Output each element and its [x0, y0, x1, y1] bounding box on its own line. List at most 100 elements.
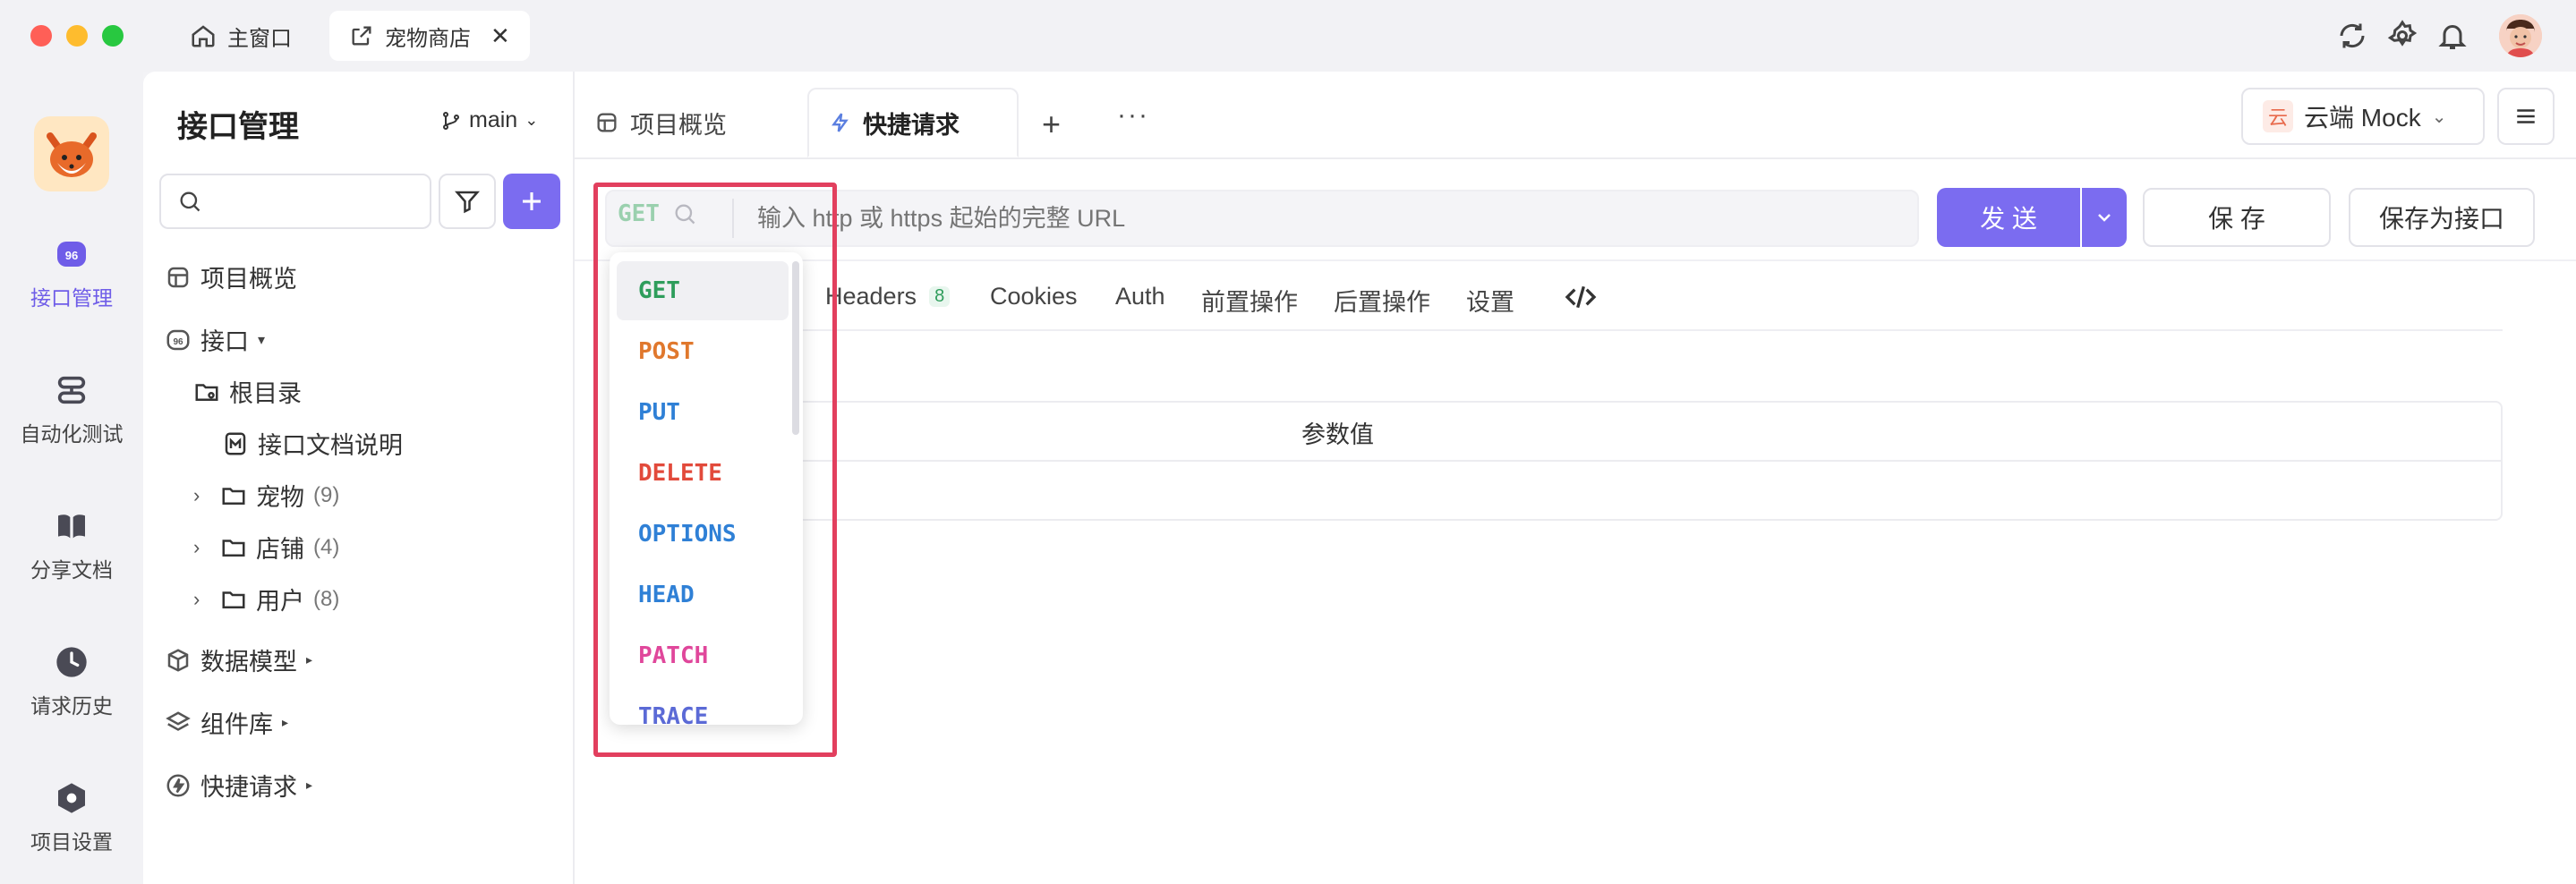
- method-option-patch[interactable]: PATCH: [617, 626, 789, 685]
- method-selector[interactable]: GET: [618, 200, 697, 227]
- window-tab-home[interactable]: 主窗口: [170, 11, 311, 61]
- tree-count: (8): [313, 586, 340, 611]
- tree-folder-stores[interactable]: › 店铺 (4): [193, 530, 339, 565]
- subtab-label: Headers: [825, 283, 917, 310]
- method-option-label: OPTIONS: [638, 521, 737, 548]
- more-tabs-button[interactable]: ···: [1117, 100, 1149, 131]
- table-row[interactable]: [612, 462, 2501, 519]
- table-header-value: 参数值: [1301, 421, 1374, 448]
- lightning-icon: [832, 113, 849, 132]
- subtab-label: 后置操作: [1334, 289, 1430, 316]
- send-options-button[interactable]: [2082, 188, 2127, 247]
- environment-selector[interactable]: 云 云端 Mock ⌄: [2241, 88, 2485, 145]
- tree-folder-pets[interactable]: › 宠物 (9): [193, 478, 339, 513]
- env-label: 云端 Mock: [2304, 104, 2421, 132]
- tree-folder-users[interactable]: › 用户 (8): [193, 582, 339, 616]
- subtab-pre-ops[interactable]: 前置操作: [1201, 283, 1298, 318]
- method-option-put[interactable]: PUT: [617, 383, 789, 442]
- method-option-options[interactable]: OPTIONS: [617, 505, 789, 564]
- code-icon[interactable]: [1563, 279, 1599, 315]
- send-label: 发 送: [1980, 205, 2037, 233]
- chevron-down-icon: [2098, 214, 2111, 222]
- method-option-label: HEAD: [638, 582, 695, 608]
- maximize-window-button[interactable]: [102, 25, 124, 47]
- tree-item-doc[interactable]: 接口文档说明: [222, 426, 403, 461]
- subtab-settings[interactable]: 设置: [1466, 283, 1514, 318]
- rail-item-api[interactable]: 96 接口管理: [0, 236, 143, 311]
- save-button[interactable]: 保 存: [2143, 188, 2331, 247]
- sidebar-search[interactable]: [159, 174, 431, 229]
- method-label: GET: [618, 200, 660, 227]
- method-dropdown: GET POST PUT DELETE OPTIONS HEAD PATCH T…: [610, 252, 803, 725]
- window-tab-label: 主窗口: [227, 26, 292, 51]
- rail-item-label: 自动化测试: [20, 422, 124, 446]
- window-tab-petstore[interactable]: 宠物商店 ✕: [329, 11, 530, 61]
- tree-item-overview[interactable]: 项目概览: [165, 259, 297, 294]
- method-option-get[interactable]: GET: [617, 261, 789, 320]
- hex-settings-icon: [54, 780, 90, 816]
- chevron-right-icon: ›: [193, 535, 200, 558]
- env-badge: 云: [2263, 100, 2294, 132]
- rail-item-share-docs[interactable]: 分享文档: [0, 508, 143, 583]
- method-option-post[interactable]: POST: [617, 322, 789, 381]
- chevron-down-icon: ⌄: [2431, 106, 2447, 127]
- dropdown-scrollbar[interactable]: [792, 261, 799, 435]
- gear-icon[interactable]: [2386, 20, 2418, 52]
- rail-item-history[interactable]: 请求历史: [0, 644, 143, 719]
- subtab-label: 设置: [1466, 289, 1514, 316]
- add-button[interactable]: [503, 174, 560, 229]
- method-option-label: TRACE: [638, 703, 709, 725]
- caret-right-icon: ▸: [306, 778, 313, 792]
- filter-button[interactable]: [439, 174, 496, 229]
- caret-down-icon: ▾: [258, 332, 266, 348]
- tree-label: 组件库: [200, 711, 273, 738]
- tab-label: 快捷请求: [863, 111, 960, 139]
- rail-item-automation[interactable]: 自动化测试: [0, 372, 143, 447]
- tab-quick-request[interactable]: 快捷请求: [807, 88, 1019, 157]
- avatar[interactable]: [2499, 14, 2542, 57]
- close-icon[interactable]: ✕: [490, 22, 510, 50]
- title-bar: 主窗口 宠物商店 ✕: [0, 0, 2576, 72]
- rail-item-project-settings[interactable]: 项目设置: [0, 780, 143, 855]
- chevron-down-icon: ⌄: [525, 111, 539, 129]
- cube-icon: [167, 648, 189, 672]
- tree-label: 根目录: [229, 380, 302, 407]
- tree-count: (9): [313, 482, 340, 507]
- bell-icon[interactable]: [2436, 20, 2469, 52]
- branch-selector[interactable]: main ⌄: [440, 107, 538, 133]
- method-option-trace[interactable]: TRACE: [617, 687, 789, 725]
- layers-icon: [166, 710, 191, 731]
- send-button[interactable]: 发 送: [1937, 188, 2080, 247]
- tree-label: 快捷请求: [200, 774, 297, 801]
- search-input[interactable]: [211, 189, 417, 214]
- refresh-icon[interactable]: [2336, 20, 2368, 52]
- tab-project-overview[interactable]: 项目概览: [575, 88, 746, 157]
- home-icon: [192, 25, 215, 47]
- add-tab-button[interactable]: +: [1042, 106, 1061, 143]
- subtab-post-ops[interactable]: 后置操作: [1334, 283, 1430, 318]
- save-as-api-button[interactable]: 保存为接口: [2349, 188, 2535, 247]
- tab-label: 项目概览: [630, 111, 727, 139]
- svg-text:96: 96: [65, 249, 78, 262]
- tree-item-root[interactable]: 根目录: [193, 374, 302, 409]
- chevron-right-icon: ›: [193, 483, 200, 506]
- tree-label: 用户: [256, 588, 304, 615]
- tree-item-components[interactable]: 组件库 ▸: [165, 705, 288, 740]
- subtab-cookies[interactable]: Cookies: [990, 283, 1078, 310]
- method-option-head[interactable]: HEAD: [617, 565, 789, 625]
- method-option-delete[interactable]: DELETE: [617, 444, 789, 503]
- url-input[interactable]: [757, 202, 1903, 234]
- subtab-auth[interactable]: Auth: [1115, 283, 1165, 310]
- api-icon: 96: [166, 329, 190, 350]
- menu-button[interactable]: [2497, 88, 2555, 145]
- subtab-label: Auth: [1115, 283, 1165, 310]
- tree-item-quick-request[interactable]: 快捷请求 ▸: [165, 768, 312, 803]
- search-icon: [675, 204, 695, 225]
- plus-icon: [523, 192, 541, 210]
- method-option-label: PUT: [638, 399, 680, 426]
- tree-item-models[interactable]: 数据模型 ▸: [165, 642, 312, 677]
- tree-item-apis[interactable]: 96 接口 ▾: [165, 322, 265, 357]
- close-window-button[interactable]: [30, 25, 52, 47]
- minimize-window-button[interactable]: [66, 25, 88, 47]
- subtab-headers[interactable]: Headers 8: [825, 283, 951, 310]
